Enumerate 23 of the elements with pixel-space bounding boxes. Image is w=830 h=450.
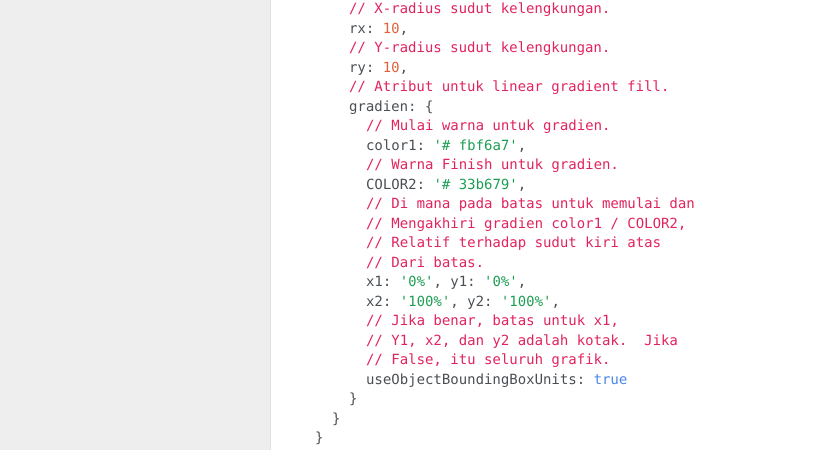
- code-line: useObjectBoundingBoxUnits: true: [366, 370, 628, 390]
- code-line: rx: 10,: [349, 20, 408, 38]
- code-comment: // Y1, x2, dan y2 adalah kotak. Jika: [366, 332, 678, 350]
- code-line: x2: '100%', y2: '100%',: [366, 292, 560, 312]
- code-comment: // Atribut untuk linear gradient fill.: [349, 78, 670, 97]
- code-comment: // False, itu seluruh grafik.: [366, 351, 610, 370]
- code-line: }: [332, 410, 340, 428]
- code-comment: // Mulai warna untuk gradien.: [366, 117, 610, 136]
- code-comment: // Jika benar, batas untuk x1,: [366, 312, 619, 331]
- code-line: }: [349, 390, 358, 409]
- code-line: COLOR2: '# 33b679',: [366, 176, 526, 194]
- code-line: gradien: {: [349, 98, 434, 116]
- code-line: }: [315, 429, 324, 448]
- code-line: x1: '0%', y1: '0%',: [366, 273, 526, 292]
- code-comment: // Dari batas.: [366, 254, 484, 272]
- code-comment: // X-radius sudut kelengkungan.: [349, 0, 610, 19]
- code-comment: // Mengakhiri gradien color1 / COLOR2,: [366, 214, 686, 234]
- code-comment: // Warna Finish untuk gradien.: [366, 156, 619, 175]
- code-line: color1: '# fbf6a7',: [366, 136, 526, 156]
- code-comment: // Y-radius sudut kelengkungan.: [349, 39, 610, 58]
- code-comment: // Relatif terhadap sudut kiri atas: [366, 234, 662, 253]
- code-comment: // Di mana pada batas untuk memulai dan: [366, 195, 695, 214]
- code-line: ry: 10,: [349, 58, 408, 78]
